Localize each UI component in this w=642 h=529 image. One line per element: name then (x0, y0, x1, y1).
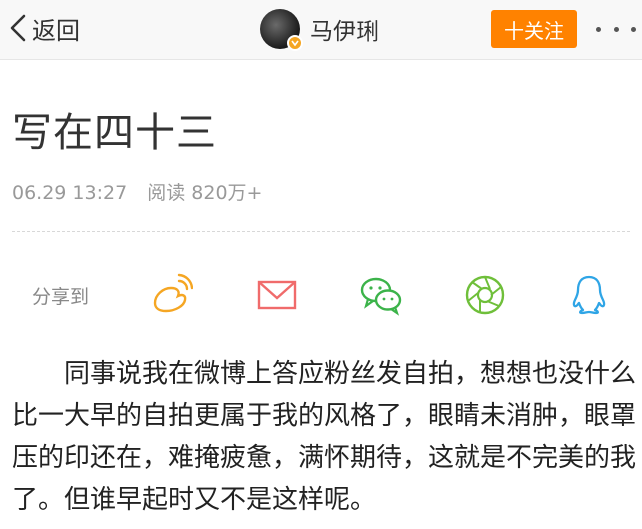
back-button[interactable]: 返回 (8, 11, 80, 45)
avatar[interactable] (260, 9, 303, 51)
qq-icon (572, 275, 606, 315)
post-date: 06.29 13:27 (12, 182, 128, 204)
divider (12, 231, 630, 232)
moments-icon (465, 275, 505, 315)
share-mail-button[interactable] (254, 272, 300, 318)
read-count: 阅读 820万+ (147, 182, 263, 204)
verified-badge-icon (287, 35, 303, 51)
author-info[interactable]: 马伊琍 (260, 8, 379, 51)
share-bar: 分享到 (0, 266, 642, 326)
mail-icon (257, 280, 297, 310)
wechat-icon (360, 277, 402, 316)
author-name[interactable]: 马伊琍 (310, 12, 379, 46)
share-weibo-button[interactable] (148, 272, 194, 318)
article-title: 写在四十三 (12, 110, 217, 156)
chevron-left-icon (10, 14, 26, 42)
top-bar: 返回 马伊琍 十关注 (0, 0, 642, 60)
share-label: 分享到 (32, 286, 90, 308)
follow-button[interactable]: 十关注 (491, 10, 577, 48)
share-moments-button[interactable] (462, 272, 508, 318)
more-menu-button[interactable] (596, 15, 636, 43)
article-body: 同事说我在微博上答应粉丝发自拍，想想也没什么比一大早的自拍更属于我的风格了，眼睛… (12, 359, 637, 515)
dot-icon (596, 26, 601, 32)
share-qq-button[interactable] (566, 272, 612, 318)
weibo-icon (153, 273, 193, 313)
dot-icon (631, 26, 636, 32)
article-meta: 06.29 13:27 阅读 820万+ (12, 178, 262, 205)
share-wechat-button[interactable] (358, 272, 404, 318)
back-label: 返回 (32, 16, 80, 45)
dot-icon (613, 26, 619, 32)
